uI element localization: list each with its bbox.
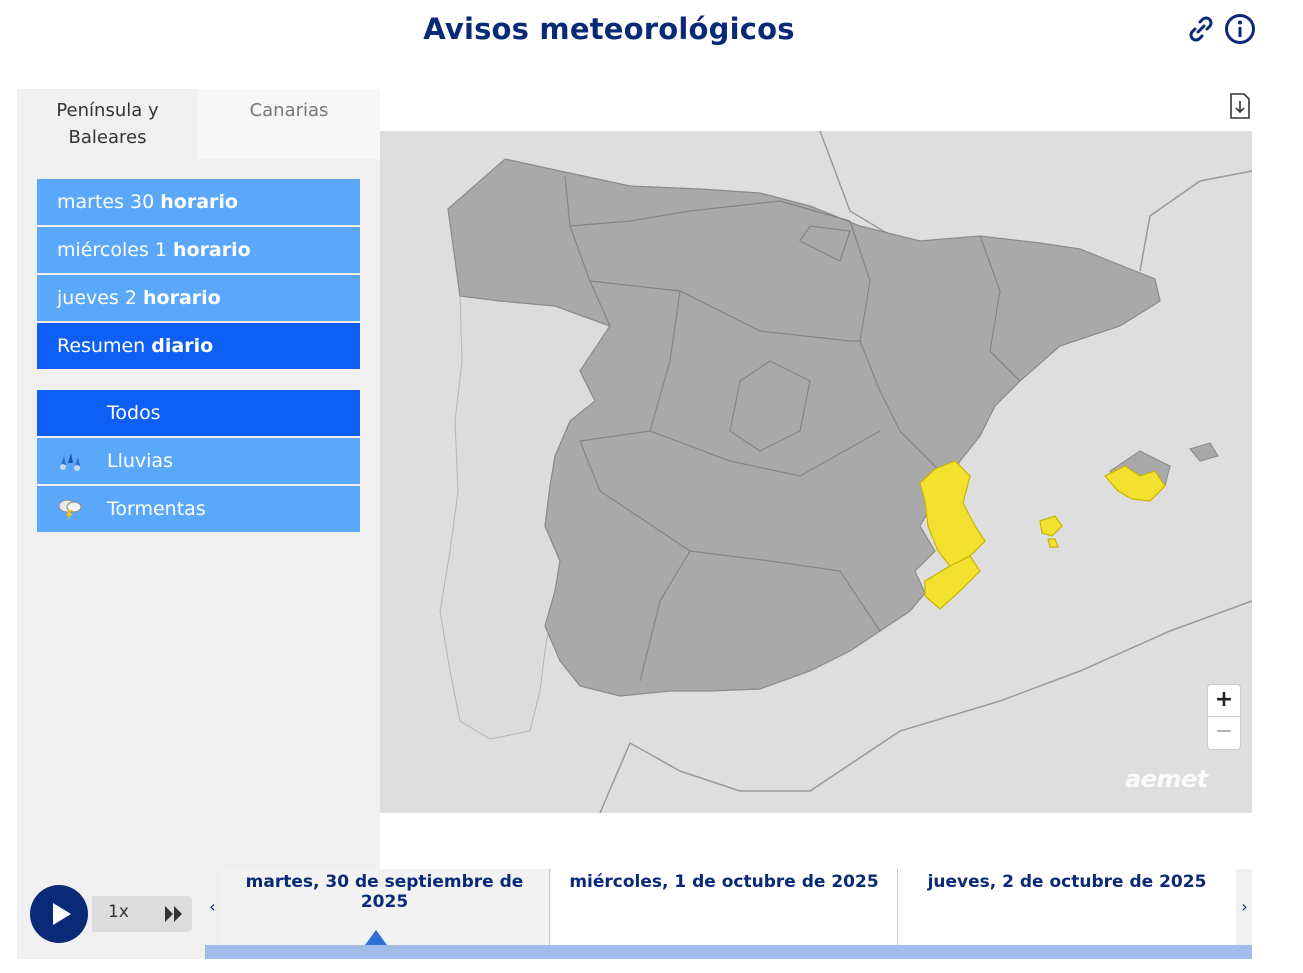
- day-menu: martes 30 horario miércoles 1 horario ju…: [37, 179, 360, 371]
- menu-item-resumen-diario[interactable]: Resumen diario: [37, 323, 360, 369]
- rain-icon: [60, 453, 80, 471]
- link-icon[interactable]: [1185, 13, 1217, 45]
- menu-item-type: horario: [143, 287, 221, 309]
- play-button[interactable]: [30, 885, 88, 943]
- filter-label: Lluvias: [107, 450, 173, 472]
- tab-peninsula-baleares[interactable]: Península y Baleares: [17, 89, 198, 159]
- menu-item-type: horario: [172, 239, 251, 261]
- timeline-days: ‹ martes, 30 de septiembre de 2025 miérc…: [205, 869, 1252, 959]
- filter-lluvias[interactable]: Lluvias: [37, 438, 360, 484]
- menu-item-miercoles-1[interactable]: miércoles 1 horario: [37, 227, 360, 273]
- download-icon[interactable]: [1229, 93, 1251, 119]
- timeline-bar: 1x ‹ martes, 30 de septiembre de 2025 mi…: [17, 869, 1252, 959]
- speed-value[interactable]: 1x: [108, 902, 129, 922]
- filter-label: Tormentas: [107, 498, 206, 520]
- timeline-progress[interactable]: [205, 945, 1252, 959]
- menu-item-martes-30[interactable]: martes 30 horario: [37, 179, 360, 225]
- page-title: Avisos meteorológicos: [423, 12, 795, 46]
- zoom-control: + −: [1207, 684, 1241, 750]
- warnings-map[interactable]: [380, 131, 1252, 813]
- menu-item-jueves-2[interactable]: jueves 2 horario: [37, 275, 360, 321]
- menu-item-day: jueves 2: [57, 287, 137, 309]
- filter-label: Todos: [107, 402, 161, 424]
- filter-todos[interactable]: Todos: [37, 390, 360, 436]
- timeline-next-button[interactable]: ›: [1237, 869, 1252, 945]
- menu-item-day: martes 30: [57, 191, 155, 213]
- timeline-day[interactable]: jueves, 2 de octubre de 2025: [898, 869, 1236, 945]
- timeline-prev-button[interactable]: ‹: [205, 869, 220, 945]
- tab-label: Canarias: [249, 100, 329, 121]
- zoom-in-button[interactable]: +: [1208, 685, 1240, 717]
- zoom-out-button[interactable]: −: [1208, 717, 1240, 749]
- tab-label: Península y Baleares: [56, 100, 159, 148]
- storm-icon: [58, 499, 82, 521]
- sidebar: Península y Baleares Canarias martes 30 …: [17, 89, 380, 869]
- map-canvas: [380, 131, 1252, 813]
- fast-forward-icon[interactable]: [164, 905, 184, 923]
- timeline-marker[interactable]: [365, 930, 387, 945]
- info-icon[interactable]: [1224, 13, 1256, 45]
- menu-item-type: horario: [160, 191, 238, 213]
- filter-menu: Todos Lluvias Tormentas: [37, 390, 360, 534]
- tab-canarias[interactable]: Canarias: [198, 89, 380, 159]
- menu-item-day: miércoles 1: [57, 239, 167, 261]
- filter-tormentas[interactable]: Tormentas: [37, 486, 360, 532]
- speed-control: 1x: [92, 896, 192, 932]
- aemet-logo: aemet: [1125, 765, 1208, 793]
- timeline-day[interactable]: miércoles, 1 de octubre de 2025: [551, 869, 898, 945]
- menu-item-type: diario: [151, 335, 214, 357]
- menu-item-day: Resumen: [57, 335, 146, 357]
